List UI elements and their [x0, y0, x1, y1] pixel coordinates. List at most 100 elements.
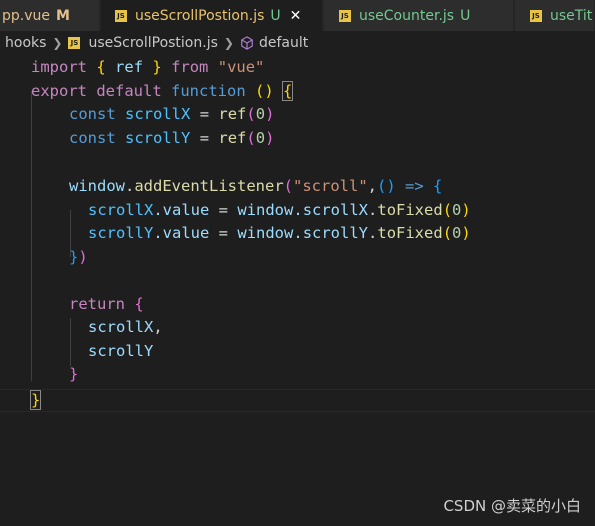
token-function: ref	[218, 128, 247, 147]
token-bracket: (	[246, 128, 256, 147]
tab-use-counter[interactable]: JS useCounter.js U	[324, 0, 514, 31]
token-string: "vue"	[217, 58, 265, 76]
token-number: 0	[452, 224, 462, 242]
token-identifier: window	[237, 200, 294, 219]
tab-status-badge: M	[56, 7, 70, 24]
token-bracket: (	[442, 224, 453, 242]
token-bracket: )	[461, 200, 471, 219]
token-bracket: (	[442, 200, 453, 219]
token-keyword: from	[171, 58, 209, 76]
token-function: toFixed	[377, 224, 443, 242]
token-property: .scrollY	[293, 224, 369, 242]
token-bracket: )	[265, 105, 275, 123]
token-function: ref	[218, 105, 247, 123]
token-bracket: {	[96, 58, 106, 76]
tab-use-scroll-postion[interactable]: JS useScrollPostion.js U ✕	[101, 0, 323, 31]
tab-status-badge: U	[270, 7, 281, 24]
token-punctuation: .	[125, 177, 135, 195]
tab-status-badge: U	[460, 7, 471, 24]
code-line-9: })	[69, 246, 88, 270]
token-property: .value	[153, 200, 210, 219]
token-keyword: default	[96, 81, 162, 100]
code-line-2: export default function () {	[31, 80, 294, 104]
token-keyword: import	[31, 58, 87, 76]
code-line-15: }	[29, 389, 42, 413]
token-operator: =	[199, 105, 210, 123]
token-bracket: )	[78, 247, 88, 266]
code-line-12: scrollX,	[88, 316, 163, 340]
code-editor[interactable]: import { ref } from "vue" export default…	[0, 56, 595, 526]
token-constant: scrollY	[125, 128, 191, 147]
code-line-14: }	[69, 363, 78, 387]
close-icon[interactable]: ✕	[290, 8, 302, 24]
token-storage: const	[69, 128, 116, 147]
token-bracket: }	[69, 247, 79, 266]
breadcrumb-symbol[interactable]: default	[240, 35, 308, 51]
breadcrumb-folder[interactable]: hooks	[5, 35, 46, 51]
indent-guide	[31, 91, 32, 381]
token-bracket: }	[152, 58, 162, 76]
token-operator: =	[218, 224, 229, 242]
code-line-6: window.addEventListener("scroll",() => {	[69, 175, 442, 199]
token-identifier: scrollX	[88, 318, 154, 336]
token-number: 0	[452, 200, 462, 219]
token-bracket: {	[433, 177, 443, 195]
tab-use-title[interactable]: JS useTit	[515, 0, 595, 31]
token-punctuation: .	[368, 200, 378, 219]
token-function: toFixed	[377, 200, 443, 219]
tab-label: useTit	[550, 7, 593, 24]
editor-tab-bar: pp.vue M JS useScrollPostion.js U ✕ JS u…	[0, 0, 595, 31]
tab-label: useCounter.js	[359, 7, 455, 24]
code-line-3: const scrollX = ref(0)	[69, 103, 274, 127]
code-line-13: scrollY	[88, 340, 153, 364]
token-bracket: ()	[377, 177, 396, 195]
token-punctuation: ,	[367, 177, 377, 195]
token-identifier: window	[237, 224, 294, 242]
token-storage: const	[69, 105, 116, 123]
breadcrumb-folder-label: hooks	[5, 35, 47, 51]
token-storage: function	[171, 81, 246, 100]
tab-label: useScrollPostion.js	[135, 7, 265, 24]
token-bracket: {	[134, 294, 144, 313]
token-bracket: (	[283, 177, 293, 195]
tab-app-vue[interactable]: pp.vue M	[0, 0, 100, 31]
js-file-icon: JS	[339, 9, 351, 22]
token-constant: scrollY	[88, 224, 154, 242]
token-property: .scrollX	[293, 200, 369, 219]
token-keyword: return	[69, 294, 125, 313]
js-file-icon: JS	[115, 9, 127, 22]
token-constant: scrollX	[125, 105, 191, 123]
breadcrumb-file-label: useScrollPostion.js	[88, 35, 218, 51]
indent-guide	[70, 318, 71, 366]
chevron-right-icon: ❯	[223, 36, 234, 50]
code-line-11: return {	[69, 293, 144, 317]
token-identifier: window	[69, 177, 125, 195]
token-function: addEventListener	[134, 177, 284, 195]
current-line-highlight	[0, 389, 595, 412]
token-bracket-matched: {	[281, 80, 294, 101]
token-bracket-matched: }	[29, 390, 42, 410]
token-property: .value	[153, 224, 210, 242]
code-line-8: scrollY.value = window.scrollY.toFixed(0…	[88, 222, 471, 246]
js-file-icon: JS	[68, 37, 81, 49]
code-line-4: const scrollY = ref(0)	[69, 127, 274, 151]
token-identifier: scrollY	[88, 341, 154, 360]
token-number: 0	[255, 105, 266, 123]
token-punctuation: .	[368, 224, 378, 242]
code-line-1: import { ref } from "vue"	[31, 56, 264, 80]
watermark: CSDN @卖菜的小白	[443, 497, 581, 515]
token-operator: =	[199, 128, 210, 147]
token-keyword: export	[31, 81, 87, 100]
token-bracket: )	[265, 128, 275, 147]
token-bracket: (	[246, 105, 256, 123]
token-constant: scrollX	[88, 200, 154, 219]
symbol-method-icon	[241, 36, 253, 50]
tab-label: pp.vue	[2, 7, 50, 24]
token-punctuation: ,	[153, 318, 163, 336]
code-line-7: scrollX.value = window.scrollX.toFixed(0…	[88, 199, 471, 223]
breadcrumb-symbol-label: default	[258, 35, 309, 51]
breadcrumb-file[interactable]: JS useScrollPostion.js	[68, 35, 218, 51]
token-number: 0	[255, 128, 266, 147]
token-string: "scroll"	[293, 177, 368, 195]
breadcrumb: hooks ❯ JS useScrollPostion.js ❯ default	[0, 31, 595, 55]
